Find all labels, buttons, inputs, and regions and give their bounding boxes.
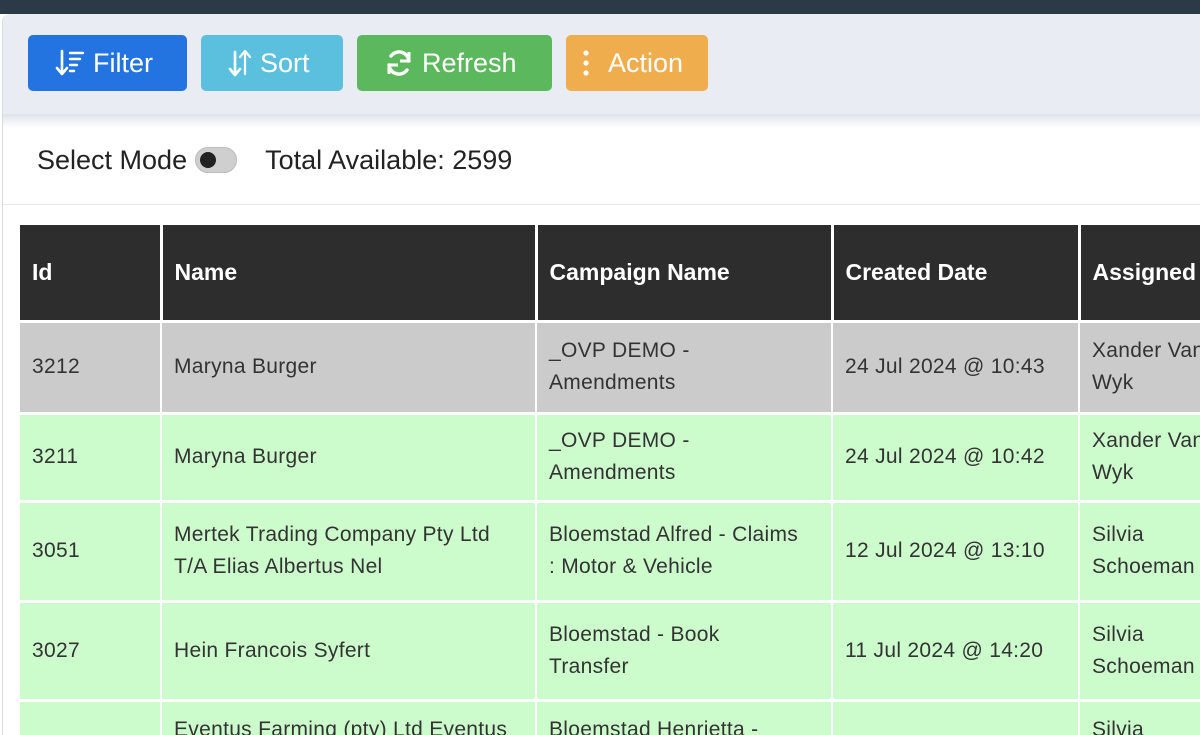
filter-button-label: Filter <box>93 47 153 78</box>
cell-id: 3027 <box>20 599 162 700</box>
name-line: Maryna Burger <box>174 355 317 378</box>
name-line: Eventus Farming (pty) Ltd Eventus <box>174 717 508 735</box>
records-table-container: Id Name Campaign Name Created Date Assig… <box>20 225 1200 735</box>
window-top-bar <box>0 0 1200 14</box>
cell-campaign-name: Bloemstad Alfred - Claims : Motor & Vehi… <box>536 499 833 601</box>
assigned-line: Xander Van <box>1092 339 1200 362</box>
cell-campaign-name: Bloemstad Henrietta - <box>536 698 833 735</box>
table-header-row: Id Name Campaign Name Created Date Assig… <box>20 225 1200 321</box>
cell-campaign-name: _OVP DEMO - Amendments <box>536 411 833 501</box>
cell-created-date: 12 Jul 2024 @ 13:10 <box>832 499 1080 601</box>
cell-assigned: Xander Van Wyk <box>1079 319 1200 413</box>
records-table: Id Name Campaign Name Created Date Assig… <box>20 225 1200 735</box>
select-mode-toggle[interactable] <box>195 147 238 173</box>
status-row: Select Mode Total Available: 2599 <box>37 142 512 178</box>
assigned-line: Wyk <box>1092 371 1134 394</box>
cell-assigned: Silvia Schoeman <box>1079 499 1200 601</box>
campaign-line: _OVP DEMO - <box>549 429 690 452</box>
campaign-line: Bloemstad Henrietta - <box>549 717 759 735</box>
cell-created-date <box>832 698 1080 735</box>
assigned-line: Schoeman <box>1092 654 1195 678</box>
toggle-knob <box>200 152 217 168</box>
table-row[interactable]: 3212 Maryna Burger _OVP DEMO - Amendment… <box>20 319 1200 413</box>
refresh-button-label: Refresh <box>422 47 517 78</box>
cell-name[interactable]: Maryna Burger <box>161 319 537 413</box>
assigned-line: Silvia <box>1092 717 1144 735</box>
cell-id: 3211 <box>20 411 162 501</box>
cell-campaign-name: Bloemstad - Book Transfer <box>536 599 833 700</box>
cell-name: Hein Francois Syfert <box>161 599 537 700</box>
name-line: Mertek Trading Company Pty Ltd <box>174 523 490 546</box>
toolbar-shadow <box>3 114 1200 128</box>
cell-id: 3212 <box>20 319 162 413</box>
column-header-assigned[interactable]: Assigned <box>1079 225 1200 321</box>
sort-button-label: Sort <box>260 47 310 78</box>
assigned-line: Schoeman <box>1092 555 1195 578</box>
toolbar: Filter Sort Refresh Action <box>3 14 1200 114</box>
filter-sort-icon <box>55 49 85 77</box>
cell-assigned: Silvia Schoeman <box>1079 599 1200 700</box>
total-available-text: Total Available: 2599 <box>265 144 513 175</box>
campaign-line: Transfer <box>549 654 629 678</box>
table-row[interactable]: 3211 Maryna Burger _OVP DEMO - Amendment… <box>20 411 1200 501</box>
cell-assigned: Silvia <box>1079 698 1200 735</box>
action-button-label: Action <box>608 47 684 78</box>
column-header-created-date[interactable]: Created Date <box>832 225 1081 321</box>
column-header-id[interactable]: Id <box>20 225 163 321</box>
table-row[interactable]: 3051 Mertek Trading Company Pty Ltd T/A … <box>20 499 1200 601</box>
name-line: Hein Francois Syfert <box>174 638 371 662</box>
name-line: T/A Elias Albertus Nel <box>174 555 383 578</box>
column-header-campaign-name[interactable]: Campaign Name <box>536 225 834 321</box>
campaign-line: Amendments <box>549 371 676 394</box>
campaign-line: : Motor & Vehicle <box>549 555 713 578</box>
refresh-button[interactable]: Refresh <box>357 35 552 91</box>
campaign-line: Amendments <box>549 461 676 484</box>
filter-button[interactable]: Filter <box>28 35 187 91</box>
cell-id: 3051 <box>20 499 162 601</box>
assigned-line: Silvia <box>1092 523 1144 546</box>
refresh-icon <box>384 48 414 78</box>
cell-campaign-name: _OVP DEMO - Amendments <box>536 319 833 413</box>
table-row[interactable]: 3027 Hein Francois Syfert Bloemstad - Bo… <box>20 599 1200 700</box>
sort-arrows-icon <box>228 49 252 77</box>
cell-name: Eventus Farming (pty) Ltd Eventus <box>161 698 537 735</box>
cell-name: Mertek Trading Company Pty Ltd T/A Elias… <box>161 499 537 601</box>
cell-created-date: 11 Jul 2024 @ 14:20 <box>832 599 1080 700</box>
sort-button[interactable]: Sort <box>201 35 343 91</box>
campaign-line: Bloemstad - Book <box>549 622 720 646</box>
column-header-name[interactable]: Name <box>161 225 538 321</box>
assigned-line: Wyk <box>1092 461 1134 484</box>
app-frame: Filter Sort Refresh Action Select Mode T… <box>2 14 1200 735</box>
vertical-dots-icon <box>582 48 590 78</box>
action-button[interactable]: Action <box>566 35 708 91</box>
divider <box>3 204 1200 205</box>
cell-created-date: 24 Jul 2024 @ 10:42 <box>832 411 1080 501</box>
assigned-line: Silvia <box>1092 622 1144 646</box>
cell-assigned: Xander Van Wyk <box>1079 411 1200 501</box>
table-row[interactable]: Eventus Farming (pty) Ltd Eventus Bloems… <box>20 698 1200 735</box>
campaign-line: _OVP DEMO - <box>549 339 690 362</box>
cell-created-date: 24 Jul 2024 @ 10:43 <box>832 319 1080 413</box>
assigned-line: Xander Van <box>1092 429 1200 452</box>
cell-id <box>20 698 162 735</box>
campaign-line: Bloemstad Alfred - Claims <box>549 523 799 546</box>
cell-name: Maryna Burger <box>161 411 537 501</box>
select-mode-label: Select Mode <box>37 144 188 175</box>
name-line: Maryna Burger <box>174 445 317 468</box>
